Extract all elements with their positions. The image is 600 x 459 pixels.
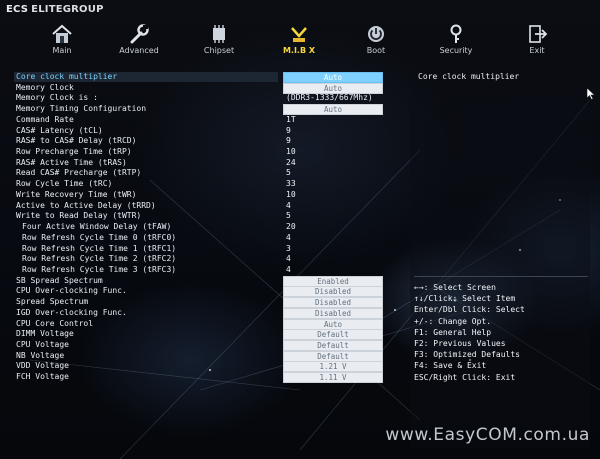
key-hint: F4: Save & Exit [414, 361, 487, 370]
tab-main-label: Main [52, 46, 72, 55]
tab-chipset[interactable]: Chipset [187, 22, 251, 64]
key-hint: ←→: Select Screen [414, 283, 496, 292]
key-hint: Enter/Dbl Click: Select [414, 305, 525, 314]
tab-advanced[interactable]: Advanced [107, 22, 171, 64]
setting-label[interactable]: NB Voltage [16, 351, 64, 361]
setting-option-box[interactable]: Disabled [283, 297, 383, 308]
key-hint: ↑↓/Click: Select Item [414, 294, 516, 303]
power-icon [368, 26, 384, 42]
key-hint: +/-: Change Opt. [414, 317, 492, 326]
setting-value: 4 [286, 254, 291, 263]
key-hint: F2: Previous Values [414, 339, 506, 348]
setting-label[interactable]: Row Precharge Time (tRP) [16, 147, 132, 157]
setting-label[interactable]: Row Cycle Time (tRC) [16, 179, 112, 189]
help-divider [414, 276, 588, 277]
setting-value: 20 [286, 222, 296, 231]
tab-mib-x[interactable]: M.I.B X [267, 22, 331, 64]
setting-label[interactable]: Row Refresh Cycle Time 0 (tRFC0) [22, 233, 176, 243]
setting-label[interactable]: Read CAS# Precharge (tRTP) [16, 168, 141, 178]
tab-exit-label: Exit [529, 46, 545, 55]
setting-value: 5 [286, 168, 291, 177]
setting-value: 10 [286, 147, 296, 156]
key-icon [450, 24, 462, 43]
top-navigation: Main Advanced Chipset M.I.B X Boot Secur… [0, 22, 600, 64]
setting-option-box[interactable]: 1.11 V [283, 372, 383, 383]
home-icon [52, 24, 72, 43]
tab-security[interactable]: Security [424, 22, 488, 64]
setting-label[interactable]: Row Refresh Cycle Time 1 (tRFC1) [22, 244, 176, 254]
setting-label[interactable]: CPU Over-clocking Func. [16, 286, 127, 296]
help-panel [410, 68, 590, 448]
setting-value: 24 [286, 158, 296, 167]
setting-value: (DDR3-1333/667Mhz) [286, 93, 373, 102]
watermark: www.EasyCOM.com.ua [385, 425, 590, 445]
mouse-cursor-icon [587, 88, 595, 100]
setting-label[interactable]: CAS# Latency (tCL) [16, 126, 103, 136]
setting-option-box[interactable]: Auto [283, 104, 383, 115]
setting-value: 1T [286, 115, 296, 124]
setting-option-box[interactable]: Disabled [283, 286, 383, 297]
brand-logo: ECS ELITEGROUP [6, 4, 104, 15]
setting-label[interactable]: CPU Core Control [16, 319, 93, 329]
setting-label[interactable]: Four Active Window Delay (tFAW) [22, 222, 171, 232]
tab-security-label: Security [439, 46, 473, 55]
wrench-icon [130, 24, 149, 44]
setting-label[interactable]: Command Rate [16, 115, 74, 125]
setting-value: 10 [286, 190, 296, 199]
tab-chipset-label: Chipset [203, 46, 235, 55]
setting-label[interactable]: Write to Read Delay (tWTR) [16, 211, 141, 221]
setting-label[interactable]: SB Spread Spectrum [16, 276, 103, 286]
setting-label[interactable]: Spread Spectrum [16, 297, 88, 307]
tab-mib-x-label: M.I.B X [282, 46, 316, 55]
tab-main[interactable]: Main [30, 22, 94, 64]
setting-label[interactable]: IGD Over-clocking Func. [16, 308, 127, 318]
setting-value: 3 [286, 244, 291, 253]
tab-advanced-label: Advanced [119, 46, 159, 55]
setting-label[interactable]: Memory Clock is : [16, 93, 98, 103]
chip-icon [213, 25, 225, 43]
setting-label[interactable]: VDD Voltage [16, 361, 69, 371]
setting-option-box[interactable]: Default [283, 329, 383, 340]
setting-label[interactable]: Core clock multiplier [14, 72, 278, 82]
key-hint: F1: General Help [414, 328, 492, 337]
exit-icon [529, 25, 548, 43]
setting-label[interactable]: Write Recovery Time (tWR) [16, 190, 136, 200]
key-hint: F3: Optimized Defaults [414, 350, 520, 359]
setting-label[interactable]: Active to Active Delay (tRRD) [16, 201, 156, 211]
setting-label[interactable]: Memory Clock [16, 83, 74, 93]
setting-option-box[interactable]: Default [283, 340, 383, 351]
setting-label[interactable]: RAS# to CAS# Delay (tRCD) [16, 136, 136, 146]
setting-option-box[interactable]: 1.21 V [283, 361, 383, 372]
brand-logo-mark: ECS [6, 4, 29, 15]
tab-exit[interactable]: Exit [505, 22, 569, 64]
setting-value: 4 [286, 265, 291, 274]
setting-option-box[interactable]: Auto [283, 72, 383, 83]
setting-label[interactable]: DIMM Voltage [16, 329, 74, 339]
setting-label[interactable]: RAS# Active Time (tRAS) [16, 158, 127, 168]
setting-value: 5 [286, 211, 291, 220]
setting-label[interactable]: CPU Voltage [16, 340, 69, 350]
setting-value: 9 [286, 126, 291, 135]
brand-name: ELITEGROUP [31, 4, 104, 15]
setting-value: 9 [286, 136, 291, 145]
setting-value: 4 [286, 201, 291, 210]
key-hint: ESC/Right Click: Exit [414, 373, 516, 382]
setting-label[interactable]: FCH Voltage [16, 372, 69, 382]
setting-value: 33 [286, 179, 296, 188]
mib-icon [291, 27, 307, 42]
setting-option-box[interactable]: Disabled [283, 308, 383, 319]
tab-boot-label: Boot [366, 46, 386, 55]
help-title: Core clock multiplier [418, 72, 520, 81]
setting-label[interactable]: Row Refresh Cycle Time 2 (tRFC2) [22, 254, 176, 264]
setting-label[interactable]: Row Refresh Cycle Time 3 (tRFC3) [22, 265, 176, 275]
setting-value: 4 [286, 233, 291, 242]
setting-label[interactable]: Memory Timing Configuration [16, 104, 146, 114]
tab-boot[interactable]: Boot [344, 22, 408, 64]
